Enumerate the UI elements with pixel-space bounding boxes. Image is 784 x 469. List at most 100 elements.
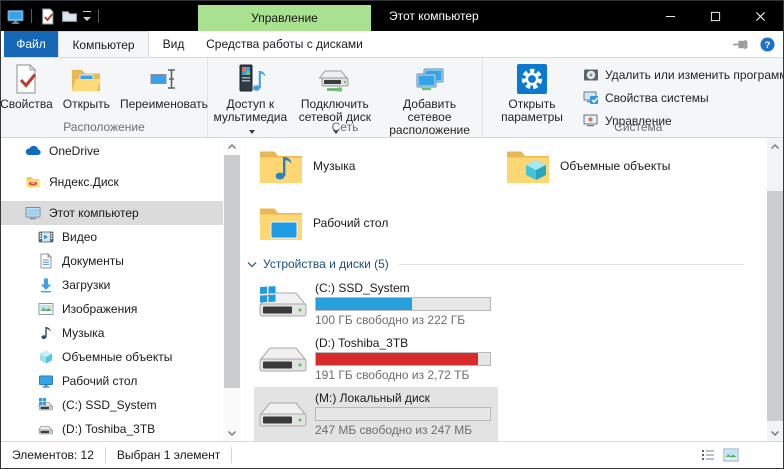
button-label: Открыть (63, 98, 110, 111)
sidebar-item-label: (D:) Toshiba_3TB (62, 422, 155, 436)
ribbon-corner: ? (732, 36, 775, 53)
add-network-location-icon (414, 63, 446, 95)
scroll-up-icon[interactable] (224, 139, 240, 155)
sidebar-item-music[interactable]: Музыка (1, 321, 223, 345)
sidebar-item-video[interactable]: Видео (1, 225, 223, 249)
drive-capacity: 191 ГБ свободно из 2,72 ТБ (315, 368, 491, 382)
section-title[interactable]: Устройства и диски (5) (263, 257, 389, 271)
sidebar-item-label: Яндекс.Диск (49, 175, 119, 189)
music-icon (38, 325, 54, 341)
close-button[interactable] (738, 1, 783, 31)
sidebar-item-label: Изображения (62, 302, 137, 316)
folder-desktop-icon (259, 205, 303, 241)
drive-name: (M:) Локальный диск (315, 391, 491, 405)
sidebar-item-label: Документы (62, 254, 124, 268)
sidebar-scrollbar[interactable] (223, 138, 241, 442)
computer-window-icon (7, 8, 24, 25)
open-settings-button[interactable]: Открыть параметры (483, 61, 581, 129)
system-properties-icon (583, 90, 599, 106)
status-bar: Элементов: 12 Выбран 1 элемент (1, 441, 783, 468)
devices-and-drives-section: Устройства и диски (5) (244, 254, 744, 274)
sidebar-item-drive-c[interactable]: (C:) SSD_System (1, 393, 223, 417)
selection-count: Выбран 1 элемент (117, 448, 220, 462)
yandex-disk-icon (25, 174, 41, 190)
tab-computer[interactable]: Компьютер (58, 31, 149, 57)
sidebar-item-label: Видео (62, 230, 97, 244)
contextual-tab-management[interactable]: Управление (198, 5, 371, 31)
properties-button[interactable]: Свойства (0, 61, 58, 113)
scroll-up-icon[interactable] (767, 139, 783, 155)
sidebar-item-pictures[interactable]: Изображения (1, 297, 223, 321)
qat-new-folder-icon[interactable] (61, 8, 78, 25)
sidebar-item-onedrive[interactable]: OneDrive (1, 139, 223, 163)
uninstall-program-button[interactable]: Удалить или изменить программу (583, 66, 784, 83)
separator (231, 447, 232, 463)
sidebar-scrollbar-thumb[interactable] (224, 155, 240, 388)
onedrive-icon (25, 143, 41, 159)
drive-system-icon (38, 397, 54, 413)
drive-tile-d[interactable]: (D:) Toshiba_3TB 191 ГБ свободно из 2,72 … (254, 332, 498, 386)
collapse-chevron-icon[interactable] (244, 256, 260, 272)
quick-access-toolbar (7, 1, 101, 31)
folder-music-icon (259, 148, 303, 184)
system-properties-button[interactable]: Свойства системы (583, 89, 784, 106)
sidebar-item-desktop[interactable]: Рабочий стол (1, 369, 223, 393)
sidebar-item-3d-objects[interactable]: Объемные объекты (1, 345, 223, 369)
separator (31, 9, 32, 23)
tab-file[interactable]: Файл (4, 31, 58, 57)
drive-info: (D:) Toshiba_3TB 191 ГБ свободно из 2,72 … (315, 336, 491, 382)
properties-icon (10, 63, 42, 95)
scroll-down-icon[interactable] (224, 425, 240, 441)
open-button[interactable]: Открыть (58, 61, 115, 113)
button-label: Переименовать (120, 98, 208, 111)
sidebar-item-this-pc[interactable]: Этот компьютер (1, 201, 223, 225)
map-network-drive-icon (319, 63, 351, 95)
pin-ribbon-icon[interactable] (732, 36, 749, 53)
scroll-down-icon[interactable] (767, 425, 783, 441)
folder-tile-music[interactable]: Музыка (254, 140, 498, 192)
tab-view[interactable]: Вид (149, 31, 198, 57)
qat-customize-chevron-icon[interactable] (83, 11, 91, 22)
drive-tile-m[interactable]: (M:) Локальный диск247 МБ свободно из 24… (254, 387, 498, 441)
ribbon-group-label: Система (483, 120, 784, 134)
tab-disk-tools[interactable]: Средства работы с дисками (198, 31, 371, 57)
minimize-button[interactable] (648, 1, 693, 31)
content-scrollbar[interactable] (767, 138, 784, 442)
this-pc-icon (25, 205, 41, 221)
button-label: Свойства системы (605, 91, 709, 105)
drive-usage-fill (316, 353, 478, 365)
ribbon-group-label: Сеть (208, 120, 482, 134)
drive-large-icon (259, 341, 307, 377)
drive-tile-c[interactable]: (C:) SSD_System100 ГБ свободно из 222 ГБ (254, 277, 498, 331)
folder-3d-icon (506, 148, 550, 184)
ribbon-group-label: Расположение (1, 120, 207, 134)
video-icon (38, 229, 54, 245)
desktop-icon (38, 373, 54, 389)
folders-grid: МузыкаОбъемные объектыРабочий стол (254, 140, 748, 254)
ribbon-group-network: Доступ к мультимедиа Подключить сетевой … (208, 58, 483, 137)
sidebar-item-documents[interactable]: Документы (1, 249, 223, 273)
thumbnail-view-button[interactable] (723, 447, 739, 463)
ribbon-tab-row: Файл Компьютер Вид Средства работы с дис… (1, 31, 783, 57)
details-view-button[interactable] (700, 447, 716, 463)
sidebar-item-drive-d[interactable]: (D:) Toshiba_3TB (1, 417, 223, 441)
sidebar-item-label: Этот компьютер (49, 206, 139, 220)
content-scrollbar-thumb[interactable] (767, 191, 784, 421)
drive-name: (D:) Toshiba_3TB (315, 336, 491, 350)
media-access-icon (234, 63, 266, 95)
explorer-window: Управление Этот компьютер Файл Компьютер… (0, 0, 784, 469)
sidebar-item-downloads[interactable]: Загрузки (1, 273, 223, 297)
navigation-pane: OneDrive Яндекс.Диск Этот компьютер Видео До… (1, 138, 223, 442)
sidebar-item-label: Объемные объекты (62, 350, 172, 364)
rename-button[interactable]: Переименовать (115, 61, 213, 113)
qat-properties-icon[interactable] (39, 8, 56, 25)
objects-3d-icon (38, 349, 54, 365)
maximize-button[interactable] (693, 1, 738, 31)
downloads-icon (38, 277, 54, 293)
open-folder-icon (70, 63, 102, 95)
folder-tile-desktop[interactable]: Рабочий стол (254, 197, 498, 249)
sidebar-item-yandex-disk[interactable]: Яндекс.Диск (1, 170, 223, 194)
folder-tile-3d-objects[interactable]: Объемные объекты (501, 140, 745, 192)
button-label: Удалить или изменить программу (605, 68, 784, 82)
help-icon[interactable]: ? (760, 37, 775, 52)
